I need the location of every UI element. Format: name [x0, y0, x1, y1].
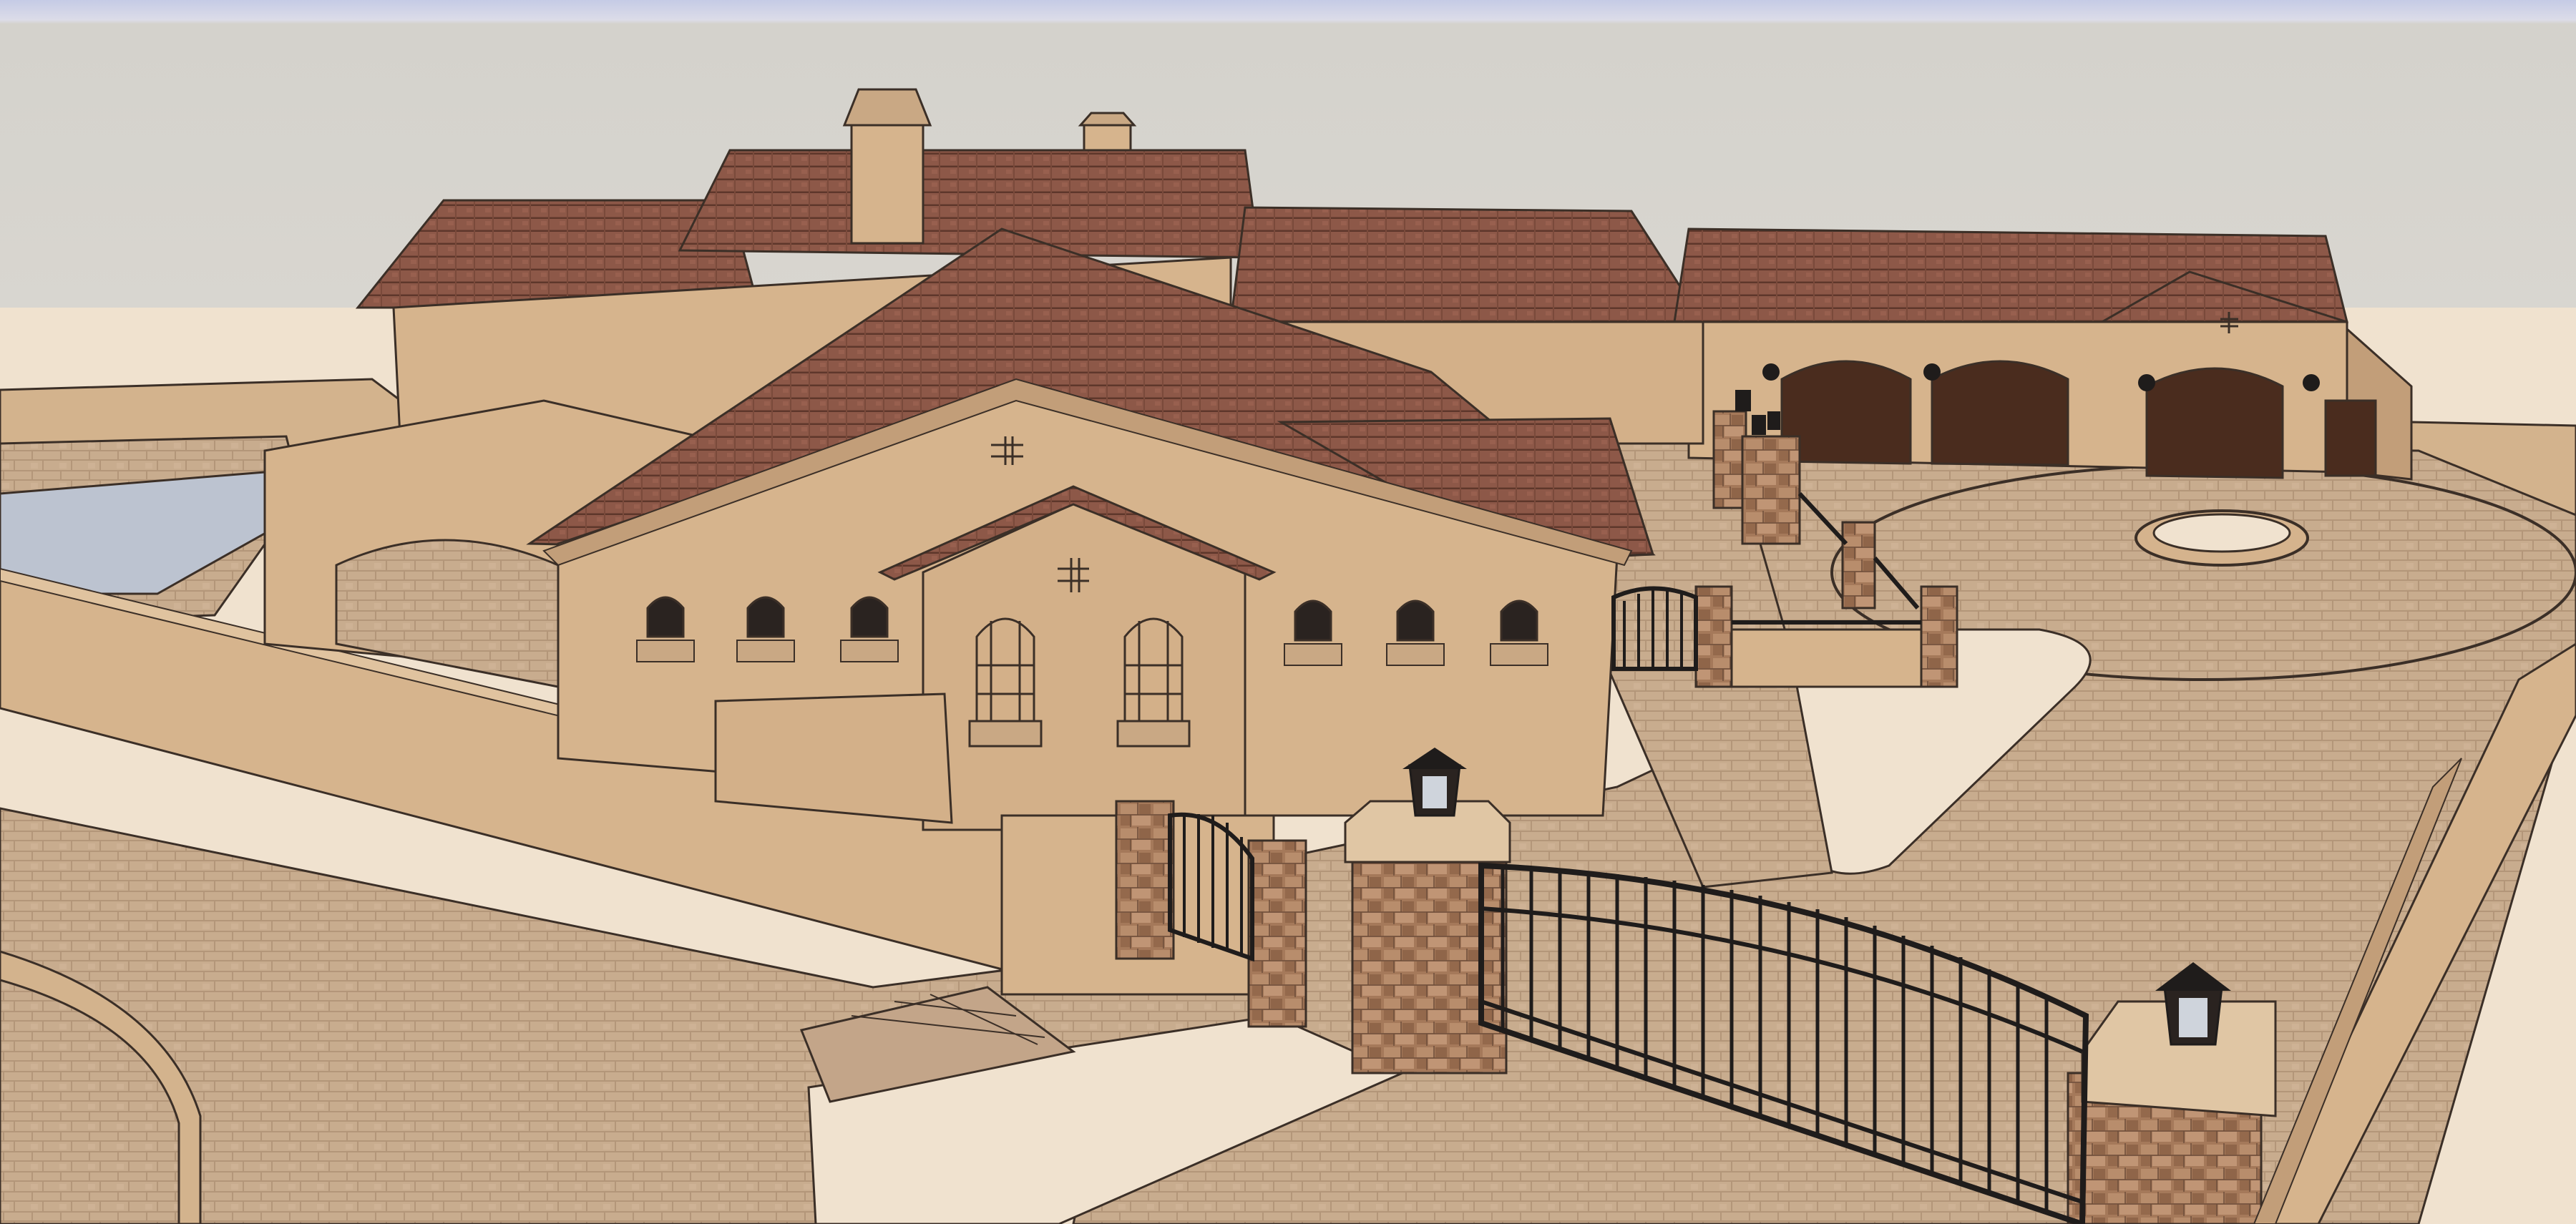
garage-side-door[interactable]: [2324, 399, 2377, 477]
villa-scene: [0, 0, 2576, 1224]
fire-pit-inner: [2152, 513, 2291, 553]
arched-window-3: [850, 596, 889, 638]
tall-window-right: [1123, 617, 1184, 724]
garage-door-1[interactable]: [1780, 360, 1912, 465]
arched-window-1: [646, 596, 685, 638]
chimney-right-cap: [1078, 112, 1137, 127]
chimney-left: [850, 120, 924, 245]
tall-window-left: [975, 617, 1035, 724]
arched-window-5: [1396, 599, 1435, 642]
arched-window-6: [1500, 599, 1538, 642]
walk-pier-2: [1741, 435, 1801, 545]
pedestrian-pillar-left: [1115, 800, 1175, 960]
arched-window-4: [1294, 599, 1332, 642]
garage-door-3[interactable]: [2145, 367, 2284, 479]
entry-low-wall: [1702, 628, 1933, 688]
roof-back-center: [678, 149, 1261, 259]
arched-window-2: [746, 596, 785, 638]
entry-pilaster-2: [1920, 585, 1958, 688]
walk-pier-3: [1841, 521, 1876, 609]
walk-pier-1: [1712, 410, 1747, 509]
roof-center-right: [1229, 206, 1705, 323]
entry-pilaster-1: [1694, 585, 1733, 688]
pedestrian-pillar-right: [1247, 839, 1307, 1028]
garden-planter: [714, 692, 953, 824]
chimney-left-cap: [842, 88, 932, 127]
garage-door-2[interactable]: [1931, 360, 2069, 466]
